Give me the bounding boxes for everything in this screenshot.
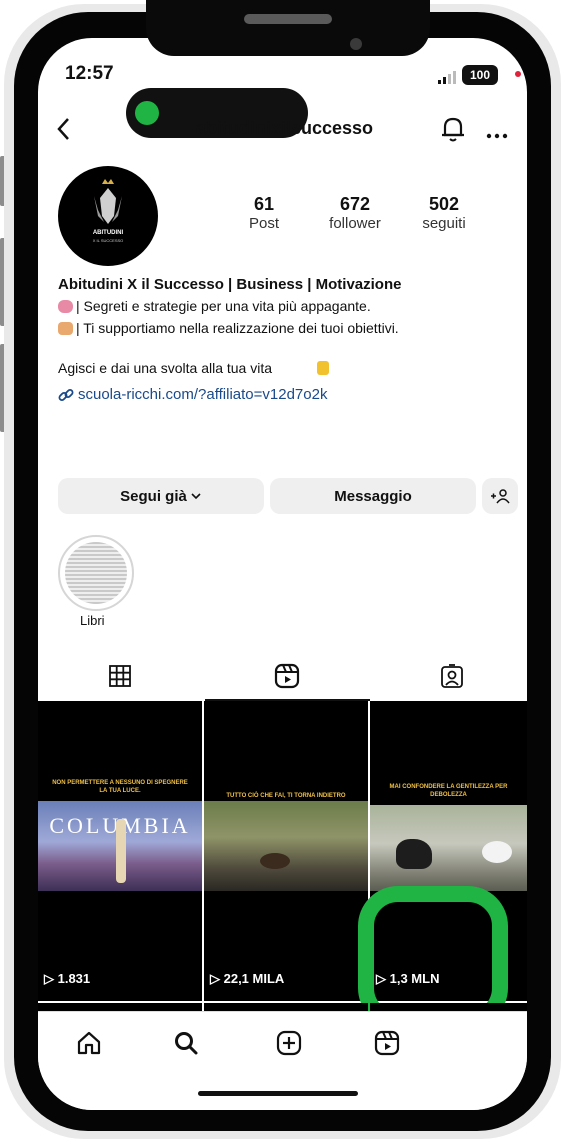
reels-nav-icon[interactable] [374,1030,400,1056]
phone-call-icon [135,101,159,125]
message-label: Messaggio [334,487,412,505]
brain-emoji-icon [58,300,73,313]
reel-caption: NON PERMETTERE A NESSUNO DI SPEGNERE LA … [52,780,188,794]
stat-value: 672 [339,194,371,214]
back-icon[interactable] [54,116,74,142]
phone-screen: 12:57 100 abitudinixilsuccesso ABITUDINI… [38,38,527,1110]
lion-logo [94,179,122,224]
grid-icon[interactable] [108,664,132,688]
add-person-button[interactable] [482,478,518,514]
bell-icon[interactable] [440,114,466,144]
avatar-subtext: X IL SUCCESSO [92,238,124,243]
stat-label: Post [248,215,279,232]
status-time: 12:57 [65,63,114,84]
battery-level: 100 [469,68,491,82]
stat-label: follower [329,215,381,232]
pointing-down-emoji-icon [317,361,329,375]
chevron-down-icon [191,493,201,500]
profile-link[interactable]: scuola-ricchi.com/?affiliato=v12d7o2k [78,386,327,403]
bio-line-2: | Ti supportiamo nella realizzazione dei… [76,320,399,336]
notch [146,0,430,56]
reel-tile-2[interactable]: TUTTO CIÒ CHE FAI, TI TORNA INDIETRO ▷ 2… [204,701,368,1001]
tagged-icon[interactable] [440,663,464,689]
home-indicator [198,1091,358,1096]
stat-posts[interactable]: 61 Post [234,194,294,232]
highlight-cover [65,542,127,604]
add-person-icon [491,489,510,504]
reel-tile-4[interactable] [38,1003,202,1011]
stat-value: 502 [428,194,460,214]
bottom-nav [38,1011,527,1110]
reel-thumbnail [370,805,527,891]
following-label: Segui già [120,487,187,505]
reel-thumbnail [204,801,368,891]
profile-name: Abitudini X il Successo | Business | Mot… [58,276,402,293]
vulture-figure [396,839,432,869]
stat-value: 61 [253,194,275,214]
beaver-figure [260,853,290,869]
stat-followers[interactable]: 672 follower [322,194,388,232]
reel-tile-5[interactable] [204,1003,368,1011]
more-icon[interactable] [485,126,509,139]
home-icon[interactable] [76,1030,102,1056]
avatar-text: ABITUDINI [92,230,124,236]
muscle-emoji-icon [58,322,73,335]
speaker [244,14,332,24]
recording-dot [515,71,521,77]
reel-caption: TUTTO CIÒ CHE FAI, TI TORNA INDIETRO [226,793,346,799]
reel-tile-6[interactable] [370,1003,527,1011]
statue-figure [116,819,126,883]
bio-line-3: Agisci e dai una svolta alla tua vita [58,360,273,376]
signal-icon [438,70,460,84]
swan-figure [482,841,512,863]
highlight-libri[interactable] [58,535,134,611]
bio-line-1: | Segreti e strategie per una vita più a… [76,298,371,314]
avatar[interactable]: ABITUDINI X IL SUCCESSO [58,166,158,266]
reel-tile-1[interactable]: NON PERMETTERE A NESSUNO DI SPEGNERE LA … [38,701,202,1001]
stat-label: seguiti [422,215,466,232]
following-button[interactable]: Segui già [58,478,264,514]
link-icon [58,387,74,403]
header-username: abitudinixilsuccesso [196,118,374,138]
reel-caption: MAI CONFONDERE LA GENTILEZZA PER DEBOLEZ… [389,784,508,798]
message-button[interactable]: Messaggio [270,478,476,514]
front-camera [350,38,362,50]
create-icon[interactable] [276,1030,302,1056]
stat-following[interactable]: 502 seguiti [412,194,476,232]
reel-views: ▷ 22,1 MILA [210,971,285,986]
reels-icon[interactable] [274,663,300,689]
search-icon[interactable] [173,1030,199,1056]
reel-views: ▷ 1.831 [44,971,91,986]
highlight-label: Libri [80,613,105,628]
reel-thumbnail: COLUMBIA [38,801,202,891]
battery-icon: 100 [462,65,498,85]
